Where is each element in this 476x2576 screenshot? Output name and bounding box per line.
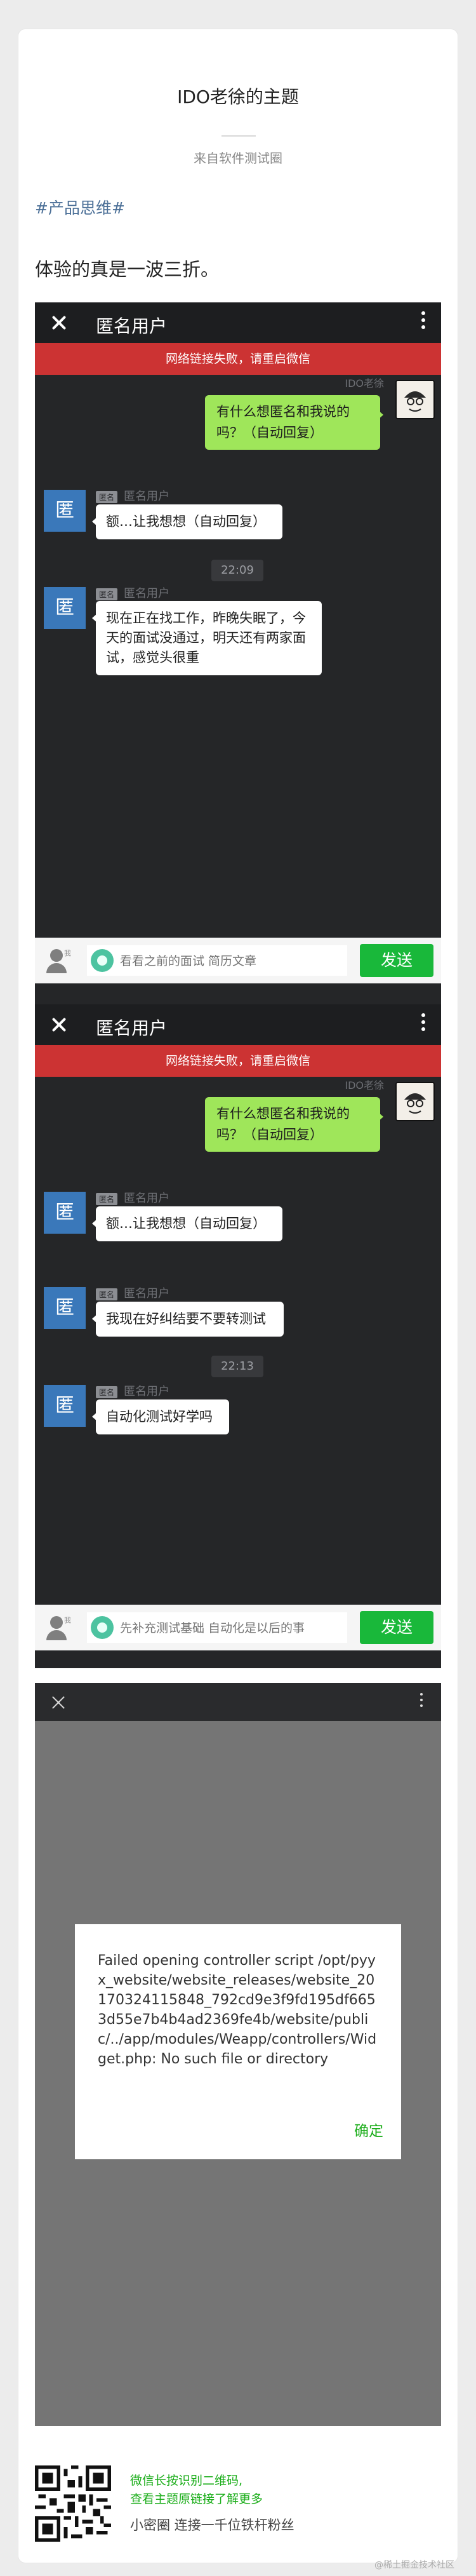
reply-bubble: 额…让我想想（自动回复）: [92, 1206, 282, 1241]
chat-topbar: 匿名用户: [35, 1004, 441, 1045]
anon-name: 匿名用户: [124, 587, 170, 600]
more-icon[interactable]: [421, 311, 426, 334]
anon-tag: 匿名: [96, 1288, 118, 1300]
reply-bubble: 额…让我想想（自动回复）: [92, 504, 282, 539]
message-input-box: [87, 1612, 347, 1643]
reply-bubble: 自动化测试好学吗: [92, 1399, 229, 1434]
anon-sender: 匿名 匿名用户: [96, 1382, 169, 1399]
my-sender-name: IDO老徐: [345, 1079, 384, 1091]
anon-tag: 匿名: [96, 490, 118, 503]
chat-title: 匿名用户: [96, 316, 168, 337]
error-dialog: Failed opening controller script /opt/py…: [75, 1924, 401, 2159]
close-icon[interactable]: [48, 311, 70, 334]
hashtag-link[interactable]: #产品思维#: [35, 196, 125, 219]
chat-screenshot-1: 匿名用户 网络链接失败，请重启微信 IDO老徐 有什么想匿名和我说的吗？（自动回…: [35, 302, 441, 1004]
confirm-button[interactable]: 确定: [354, 2119, 383, 2140]
anon-name: 匿名用户: [124, 1192, 170, 1205]
send-button[interactable]: 发送: [360, 1611, 433, 1644]
qr-code[interactable]: [35, 2465, 111, 2542]
anon-tag: 匿名: [96, 1386, 118, 1398]
error-message: Failed opening controller script /opt/py…: [98, 1953, 377, 2067]
anon-name: 匿名用户: [124, 490, 170, 503]
close-icon[interactable]: [48, 1013, 70, 1036]
article-footer: 微信长按识别二维码, 查看主题原链接了解更多 小密圈 连接一千位铁杆粉丝: [35, 2465, 441, 2548]
error-screenshot: Failed opening controller script /opt/py…: [35, 1683, 441, 2426]
reply-bubble: 现在正在找工作，昨晚失眠了，今天的面试没通过，明天还有两家面试，感觉头很重: [92, 601, 322, 675]
chat-input-bar: 我 发送: [35, 1605, 441, 1650]
anon-avatar: 匿: [44, 587, 86, 629]
qr-hint: 微信长按识别二维码, 查看主题原链接了解更多: [130, 2472, 263, 2509]
anon-sender: 匿名 匿名用户: [96, 584, 169, 601]
user-icon[interactable]: [45, 949, 67, 973]
chat-title: 匿名用户: [96, 1018, 168, 1039]
article-subtitle: 来自软件测试圈: [194, 151, 282, 166]
me-label: 我: [64, 949, 71, 957]
my-message-bubble: 有什么想匿名和我说的吗？（自动回复）: [205, 395, 383, 450]
chat-input-bar: 我 发送: [35, 938, 441, 983]
anon-tag: 匿名: [96, 1192, 118, 1205]
bot-icon: [91, 1616, 114, 1639]
anon-tag: 匿名: [96, 588, 118, 600]
user-icon[interactable]: [45, 1616, 67, 1640]
circle-name: 小密圈 连接一千位铁杆粉丝: [130, 2518, 294, 2533]
timestamp: 22:09: [211, 560, 263, 581]
my-avatar: [395, 380, 435, 419]
reply-bubble: 我现在好纠结要不要转测试: [92, 1302, 284, 1337]
bot-icon: [91, 949, 114, 972]
anon-sender: 匿名 匿名用户: [96, 487, 169, 504]
timestamp: 22:13: [211, 1356, 263, 1377]
anon-avatar: 匿: [44, 490, 86, 532]
network-warning-bar: 网络链接失败，请重启微信: [35, 1045, 441, 1077]
anon-name: 匿名用户: [124, 1287, 170, 1300]
more-icon[interactable]: [420, 1693, 423, 1710]
anon-avatar: 匿: [44, 1192, 86, 1234]
watermark: @稀土掘金技术社区: [374, 2560, 454, 2570]
message-input[interactable]: [119, 1617, 343, 1639]
qr-hint-line1: 微信长按识别二维码,: [130, 2474, 243, 2488]
network-warning-bar: 网络链接失败，请重启微信: [35, 343, 441, 375]
anon-avatar: 匿: [44, 1385, 86, 1427]
close-icon[interactable]: [50, 1694, 67, 1711]
anon-sender: 匿名 匿名用户: [96, 1189, 169, 1206]
qr-hint-line2: 查看主题原链接了解更多: [130, 2492, 263, 2506]
chat-screenshot-2: 匿名用户 网络链接失败，请重启微信 IDO老徐 有什么想匿名和我说的吗？（自动回…: [35, 1004, 441, 1668]
anon-sender: 匿名 匿名用户: [96, 1285, 169, 1301]
article-title: IDO老徐的主题: [177, 86, 299, 107]
more-icon[interactable]: [421, 1013, 426, 1036]
title-divider: [221, 135, 256, 137]
article-headline: 体验的真是一波三折。: [35, 259, 220, 280]
my-avatar: [395, 1082, 435, 1121]
article-card: IDO老徐的主题 来自软件测试圈 #产品思维# 体验的真是一波三折。 匿名用户 …: [18, 29, 458, 2563]
anon-avatar: 匿: [44, 1287, 86, 1329]
message-input[interactable]: [119, 950, 343, 972]
my-sender-name: IDO老徐: [345, 377, 384, 389]
chat-topbar: 匿名用户: [35, 302, 441, 343]
anon-name: 匿名用户: [124, 1385, 170, 1398]
message-input-box: [87, 945, 347, 976]
send-button[interactable]: 发送: [360, 944, 433, 977]
dialog-topbar: [35, 1683, 441, 1721]
me-label: 我: [64, 1616, 71, 1624]
article-header: IDO老徐的主题 来自软件测试圈: [18, 29, 458, 179]
my-message-bubble: 有什么想匿名和我说的吗？（自动回复）: [205, 1097, 383, 1152]
